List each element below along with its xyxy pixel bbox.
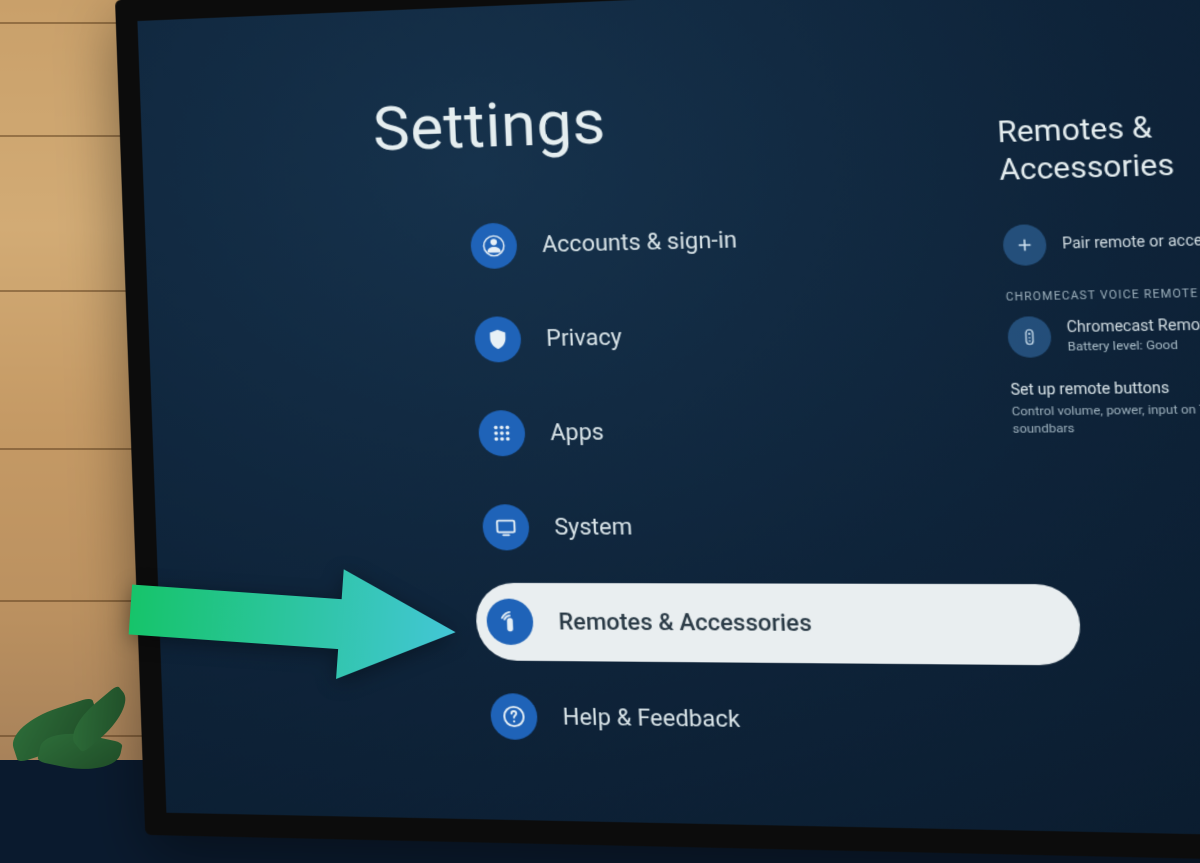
account-icon [470,222,518,269]
help-icon [490,693,538,740]
pair-remote-label: Pair remote or accessory [1062,231,1200,253]
menu-label: System [554,514,633,541]
tv-icon [482,504,530,550]
shield-icon [474,316,522,363]
menu-item-system[interactable]: System [471,486,1077,567]
side-section-header: CHROMECAST VOICE REMOTE [1005,284,1200,304]
settings-screen: Settings Accounts & sign-in Privacy Apps [137,0,1200,838]
menu-label: Privacy [546,324,623,351]
grid-icon [478,410,526,456]
menu-item-privacy[interactable]: Privacy [463,290,1067,379]
callout-arrow [126,551,463,692]
side-panel: Remotes & Accessories Pair remote or acc… [996,103,1200,457]
tv-bezel: Settings Accounts & sign-in Privacy Apps [115,0,1200,863]
menu-label: Apps [550,419,605,446]
remote-device-icon [1007,316,1052,358]
device-status: Battery level: Good [1067,336,1200,354]
menu-item-apps[interactable]: Apps [467,388,1072,472]
settings-menu: Accounts & sign-in Privacy Apps System [459,192,1088,782]
menu-label: Remotes & Accessories [558,609,812,637]
page-title: Settings [371,84,607,165]
setup-remote-item[interactable]: Set up remote buttons Control volume, po… [1010,378,1200,437]
setup-title: Set up remote buttons [1010,378,1200,399]
plus-icon [1002,224,1047,266]
setup-desc: Control volume, power, input on TVs, rec… [1011,399,1200,437]
device-name: Chromecast Remote [1066,316,1200,336]
remote-icon [486,599,534,645]
menu-item-remotes[interactable]: Remotes & Accessories [475,583,1083,666]
menu-item-help[interactable]: Help & Feedback [479,677,1088,764]
pair-remote-item[interactable]: Pair remote or accessory [1002,218,1200,266]
menu-label: Accounts & sign-in [542,227,738,258]
device-text: Chromecast Remote Battery level: Good [1066,316,1200,353]
menu-label: Help & Feedback [562,704,740,733]
device-item[interactable]: Chromecast Remote Battery level: Good [1007,312,1200,358]
side-panel-title: Remotes & Accessories [996,103,1200,188]
menu-item-accounts[interactable]: Accounts & sign-in [459,192,1062,285]
